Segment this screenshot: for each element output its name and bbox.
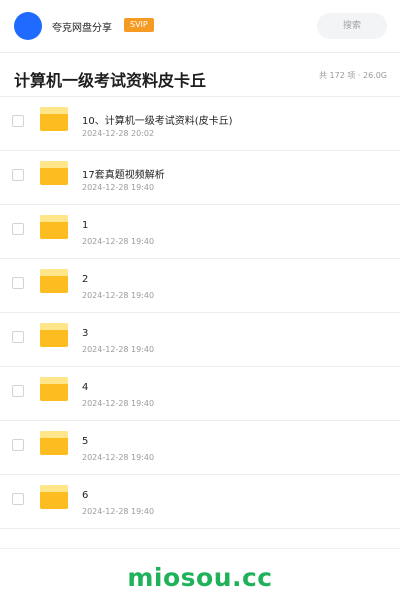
folder-icon — [40, 107, 68, 131]
row-checkbox[interactable] — [12, 277, 24, 289]
file-date: 2024-12-28 19:40 — [82, 453, 155, 462]
file-name: 10、计算机一级考试资料(皮卡丘) — [82, 116, 233, 127]
folder-icon — [40, 161, 68, 185]
file-date: 2024-12-28 19:40 — [82, 291, 155, 300]
file-name: 6 — [82, 490, 89, 501]
file-name: 17套真题视频解析 — [82, 170, 165, 181]
list-item[interactable]: 4 2024-12-28 19:40 — [0, 367, 400, 421]
file-list: 10、计算机一级考试资料(皮卡丘) 2024-12-28 20:02 17套真题… — [0, 97, 400, 529]
brand-watermark: miosou.cc — [127, 563, 273, 592]
list-item[interactable]: 3 2024-12-28 19:40 — [0, 313, 400, 367]
folder-icon — [40, 269, 68, 293]
list-item[interactable]: 2 2024-12-28 19:40 — [0, 259, 400, 313]
list-item[interactable]: 1 2024-12-28 19:40 — [0, 205, 400, 259]
file-date: 2024-12-28 20:02 — [82, 129, 155, 138]
folder-icon — [40, 377, 68, 401]
row-checkbox[interactable] — [12, 115, 24, 127]
row-checkbox[interactable] — [12, 493, 24, 505]
list-item[interactable]: 5 2024-12-28 19:40 — [0, 421, 400, 475]
row-checkbox[interactable] — [12, 385, 24, 397]
bottom-branding: miosou.cc — [0, 548, 400, 600]
list-item[interactable]: 17套真题视频解析 2024-12-28 19:40 — [0, 151, 400, 205]
file-date: 2024-12-28 19:40 — [82, 507, 155, 516]
share-page: 夸克网盘分享 SVIP 搜索 计算机一级考试资料皮卡丘 共 172 项 · 26… — [0, 0, 400, 600]
row-checkbox[interactable] — [12, 223, 24, 235]
brand-divider — [0, 548, 400, 549]
top-header: 夸克网盘分享 SVIP 搜索 — [0, 0, 400, 52]
list-item[interactable]: 10、计算机一级考试资料(皮卡丘) 2024-12-28 20:02 — [0, 97, 400, 151]
file-name: 5 — [82, 436, 89, 447]
folder-icon — [40, 323, 68, 347]
avatar[interactable] — [14, 12, 42, 40]
file-name: 2 — [82, 274, 89, 285]
row-checkbox[interactable] — [12, 169, 24, 181]
app-title: 夸克网盘分享 — [52, 23, 112, 34]
search-button[interactable]: 搜索 — [317, 13, 387, 39]
row-checkbox[interactable] — [12, 331, 24, 343]
list-item[interactable]: 6 2024-12-28 19:40 — [0, 475, 400, 529]
file-date: 2024-12-28 19:40 — [82, 399, 155, 408]
folder-icon — [40, 431, 68, 455]
page-title: 计算机一级考试资料皮卡丘 — [14, 71, 207, 90]
file-date: 2024-12-28 19:40 — [82, 345, 155, 354]
file-name: 1 — [82, 220, 89, 231]
file-date: 2024-12-28 19:40 — [82, 237, 155, 246]
folder-icon — [40, 215, 68, 239]
file-name: 4 — [82, 382, 89, 393]
folder-icon — [40, 485, 68, 509]
file-name: 3 — [82, 328, 89, 339]
row-checkbox[interactable] — [12, 439, 24, 451]
svip-badge: SVIP — [124, 18, 154, 32]
folder-title-bar: 计算机一级考试资料皮卡丘 共 172 项 · 26.0G — [0, 53, 400, 96]
folder-meta: 共 172 项 · 26.0G — [319, 71, 387, 80]
file-date: 2024-12-28 19:40 — [82, 183, 155, 192]
